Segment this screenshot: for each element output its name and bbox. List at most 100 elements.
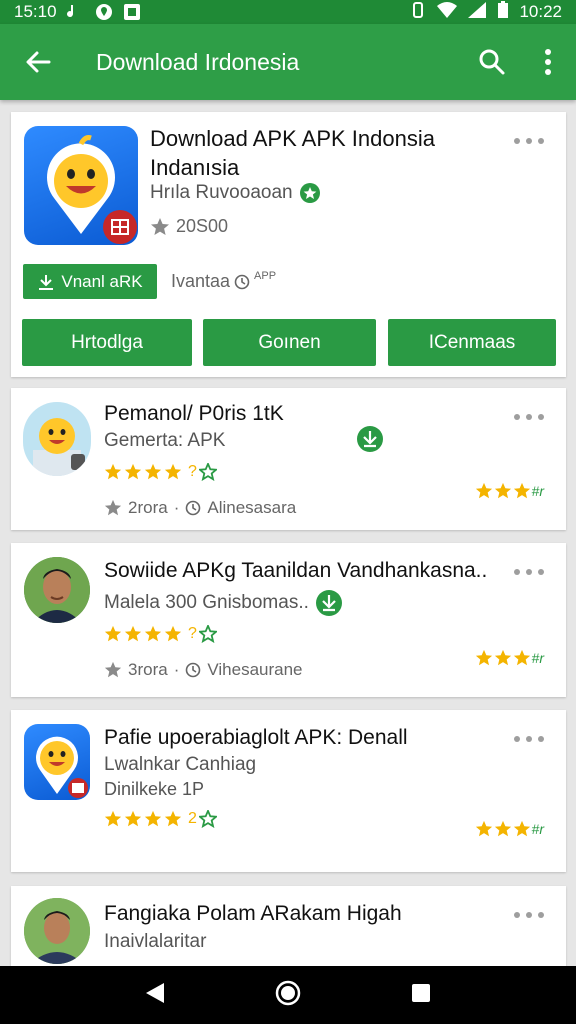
status-bar: 15:10 10:22 (0, 0, 576, 24)
app-meta: 3rora · Vihesaurane (104, 660, 303, 680)
featured-app-icon (24, 126, 138, 245)
avatar (24, 898, 90, 964)
square-recents-icon (411, 983, 430, 1002)
mini-rating-text: #r (531, 821, 544, 837)
nav-home-button[interactable] (275, 980, 301, 1011)
star-icon (164, 810, 182, 827)
rating-value: 20S00 (176, 216, 229, 236)
verified-star-icon (198, 463, 217, 481)
star-icon (164, 463, 182, 480)
list-item[interactable]: Pafie upoerabiaglolt APK: Denall Lwalnka… (11, 710, 566, 872)
star-icon (104, 499, 122, 516)
star-icon (513, 820, 530, 837)
meta-separator: · (173, 660, 180, 679)
signal-icon (467, 1, 487, 24)
install-label: Vnanl aRK (61, 271, 143, 291)
star-icon (513, 649, 530, 666)
item-more-button[interactable] (514, 905, 544, 925)
star-icon (124, 810, 142, 827)
location-icon (95, 3, 113, 21)
nav-recents-button[interactable] (410, 982, 432, 1009)
featured-title-line2: Indanısia (150, 155, 240, 180)
star-icon (475, 649, 492, 666)
verified-icon (299, 183, 320, 203)
image-icon (123, 3, 141, 21)
featured-title: Download APK APK Indonsia (150, 126, 435, 151)
avatar (24, 557, 90, 623)
circle-home-icon (275, 980, 301, 1005)
star-icon (124, 463, 142, 480)
star-icon (144, 625, 162, 642)
app-subtitle: Lwalnkar Canhiag (104, 754, 257, 775)
app-title: Pafie upoerabiaglolt APK: Denall (104, 726, 408, 749)
mini-rating-text: #r (531, 483, 544, 499)
star-icon (475, 482, 492, 499)
meta-separator: · (173, 498, 180, 517)
meta-label: Alinesasara (207, 498, 297, 517)
rating-count: ? (188, 625, 197, 642)
star-icon (124, 625, 142, 642)
action-button-3[interactable]: ICenmaas (388, 319, 556, 366)
developer-name: Hrıla Ruvooaoan (150, 182, 293, 203)
mini-rating: #r (475, 820, 544, 838)
app-title: Pemanol/ P0ris 1tK (104, 402, 284, 425)
page-title: Download Irdonesia (96, 48, 300, 75)
rating-count: 2 (188, 810, 197, 827)
nav-back-button[interactable] (144, 981, 166, 1010)
back-button[interactable] (0, 24, 76, 100)
search-button[interactable] (464, 34, 520, 90)
list-item[interactable]: Pemanol/ P0ris 1tK Gemerta: APK ? 2rora … (11, 388, 566, 530)
star-icon (144, 810, 162, 827)
triangle-back-icon (146, 982, 165, 1003)
action-button-2[interactable]: Goınen (203, 319, 376, 366)
star-icon (164, 625, 182, 642)
app-subtitle: Malela 300 Gnisbomas.. (104, 589, 343, 617)
rating-stars: 2 (104, 810, 217, 828)
app-subtitle-2: Dinilkeke 1P (104, 779, 205, 799)
app-subtitle: Gemerta: APK (104, 430, 226, 451)
meta-size: 2rora (128, 498, 168, 517)
star-icon (144, 463, 162, 480)
item-more-button[interactable] (514, 407, 544, 427)
item-more-button[interactable] (514, 562, 544, 582)
featured-developer: Hrıla Ruvooaoan (150, 182, 321, 204)
vibrate-icon (409, 1, 427, 24)
battery-icon (497, 0, 509, 24)
item-more-button[interactable] (514, 729, 544, 749)
list-item[interactable]: Sowiide APKg Taanildan Vandhankasna.. Ma… (11, 543, 566, 697)
rating-stars: ? (104, 463, 217, 481)
action-button-1[interactable]: Hrtodlga (22, 319, 192, 366)
download-badge-icon[interactable] (315, 589, 343, 617)
meta-size: 3rora (128, 660, 168, 679)
app-icon (24, 724, 90, 800)
star-icon (494, 649, 511, 666)
verified-star-icon (198, 625, 217, 643)
status-time-left: 15:10 (14, 2, 57, 21)
download-icon (39, 274, 54, 290)
status-time-right: 10:22 (519, 2, 562, 21)
list-item[interactable]: Fangiaka Polam ARakam Higah Inaivlalarit… (11, 886, 566, 966)
download-badge-icon[interactable] (356, 425, 384, 453)
clock-icon (186, 662, 201, 678)
subtitle-text: Malela 300 Gnisbomas.. (104, 592, 309, 613)
rating-count: ? (188, 463, 197, 480)
mini-rating: #r (475, 482, 544, 500)
extra-tag: APP (254, 269, 277, 282)
overflow-menu-button[interactable] (520, 34, 576, 90)
mini-rating: #r (475, 649, 544, 667)
install-button[interactable]: Vnanl aRK (23, 264, 157, 299)
featured-more-button[interactable] (514, 131, 544, 151)
featured-app-card[interactable]: Download APK APK Indonsia Indanısia Hrıl… (11, 112, 566, 377)
app-title: Fangiaka Polam ARakam Higah (104, 902, 402, 925)
search-icon (479, 49, 505, 75)
arrow-left-icon (26, 51, 51, 73)
app-icon (23, 402, 91, 476)
star-icon (104, 661, 122, 678)
verified-star-icon (198, 810, 217, 828)
star-icon (494, 820, 511, 837)
clock-icon (234, 274, 250, 289)
star-icon (494, 482, 511, 499)
star-icon (475, 820, 492, 837)
more-vert-icon (545, 49, 551, 75)
app-bar: Download Irdonesia (0, 24, 576, 100)
